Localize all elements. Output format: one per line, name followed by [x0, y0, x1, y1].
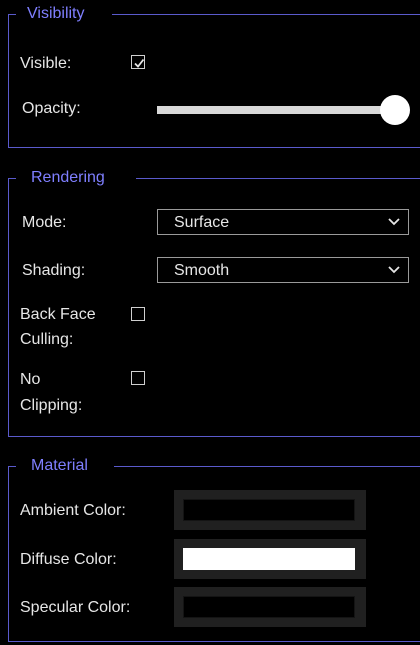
diffuse-color-label: Diffuse Color: — [20, 551, 117, 568]
section-border — [8, 14, 9, 148]
ambient-color-picker[interactable] — [174, 490, 366, 530]
diffuse-color-swatch — [183, 548, 355, 570]
section-border — [136, 178, 420, 179]
shading-select-value: Smooth — [174, 262, 230, 279]
no-clipping-checkbox[interactable] — [131, 371, 145, 385]
section-border — [8, 14, 16, 15]
section-border — [8, 147, 420, 148]
shading-select[interactable]: Smooth — [157, 257, 409, 283]
section-border — [8, 466, 16, 467]
section-title-visibility: Visibility — [24, 5, 88, 23]
mode-select-value: Surface — [174, 214, 230, 231]
section-title-rendering: Rendering — [28, 169, 108, 187]
material-section: Material Ambient Color: Diffuse Color: S… — [0, 448, 420, 645]
section-border — [8, 178, 9, 436]
specular-color-label: Specular Color: — [20, 599, 131, 616]
specular-color-picker[interactable] — [174, 587, 366, 627]
section-border — [8, 436, 420, 437]
opacity-slider[interactable] — [157, 106, 395, 114]
section-title-material: Material — [28, 457, 91, 475]
checkmark-icon — [134, 58, 145, 68]
shading-label: Shading: — [22, 262, 86, 279]
chevron-down-icon — [388, 266, 400, 274]
rendering-section: Rendering Mode: Surface Shading: Smooth … — [0, 160, 420, 438]
ambient-color-swatch — [183, 499, 355, 521]
specular-color-swatch — [183, 596, 355, 618]
section-border — [112, 14, 420, 15]
section-border — [8, 178, 16, 179]
chevron-down-icon — [388, 218, 400, 226]
mode-label: Mode: — [22, 214, 67, 231]
section-border — [8, 641, 420, 642]
opacity-label: Opacity: — [22, 100, 81, 117]
visibility-section: Visibility Visible: Opacity: — [0, 0, 420, 150]
opacity-slider-thumb[interactable] — [380, 95, 410, 125]
back-face-culling-checkbox[interactable] — [131, 307, 145, 321]
diffuse-color-picker[interactable] — [174, 539, 366, 579]
back-face-label-line1: Back Face — [20, 306, 96, 323]
section-border — [8, 466, 9, 641]
visible-checkbox[interactable] — [131, 55, 145, 69]
mode-select[interactable]: Surface — [157, 209, 409, 235]
visible-label: Visible: — [20, 55, 72, 72]
back-face-label-line2: Culling: — [20, 331, 74, 348]
no-clipping-label-line1: No — [20, 371, 41, 388]
ambient-color-label: Ambient Color: — [20, 502, 126, 519]
section-border — [114, 466, 420, 467]
no-clipping-label-line2: Clipping: — [20, 397, 83, 414]
